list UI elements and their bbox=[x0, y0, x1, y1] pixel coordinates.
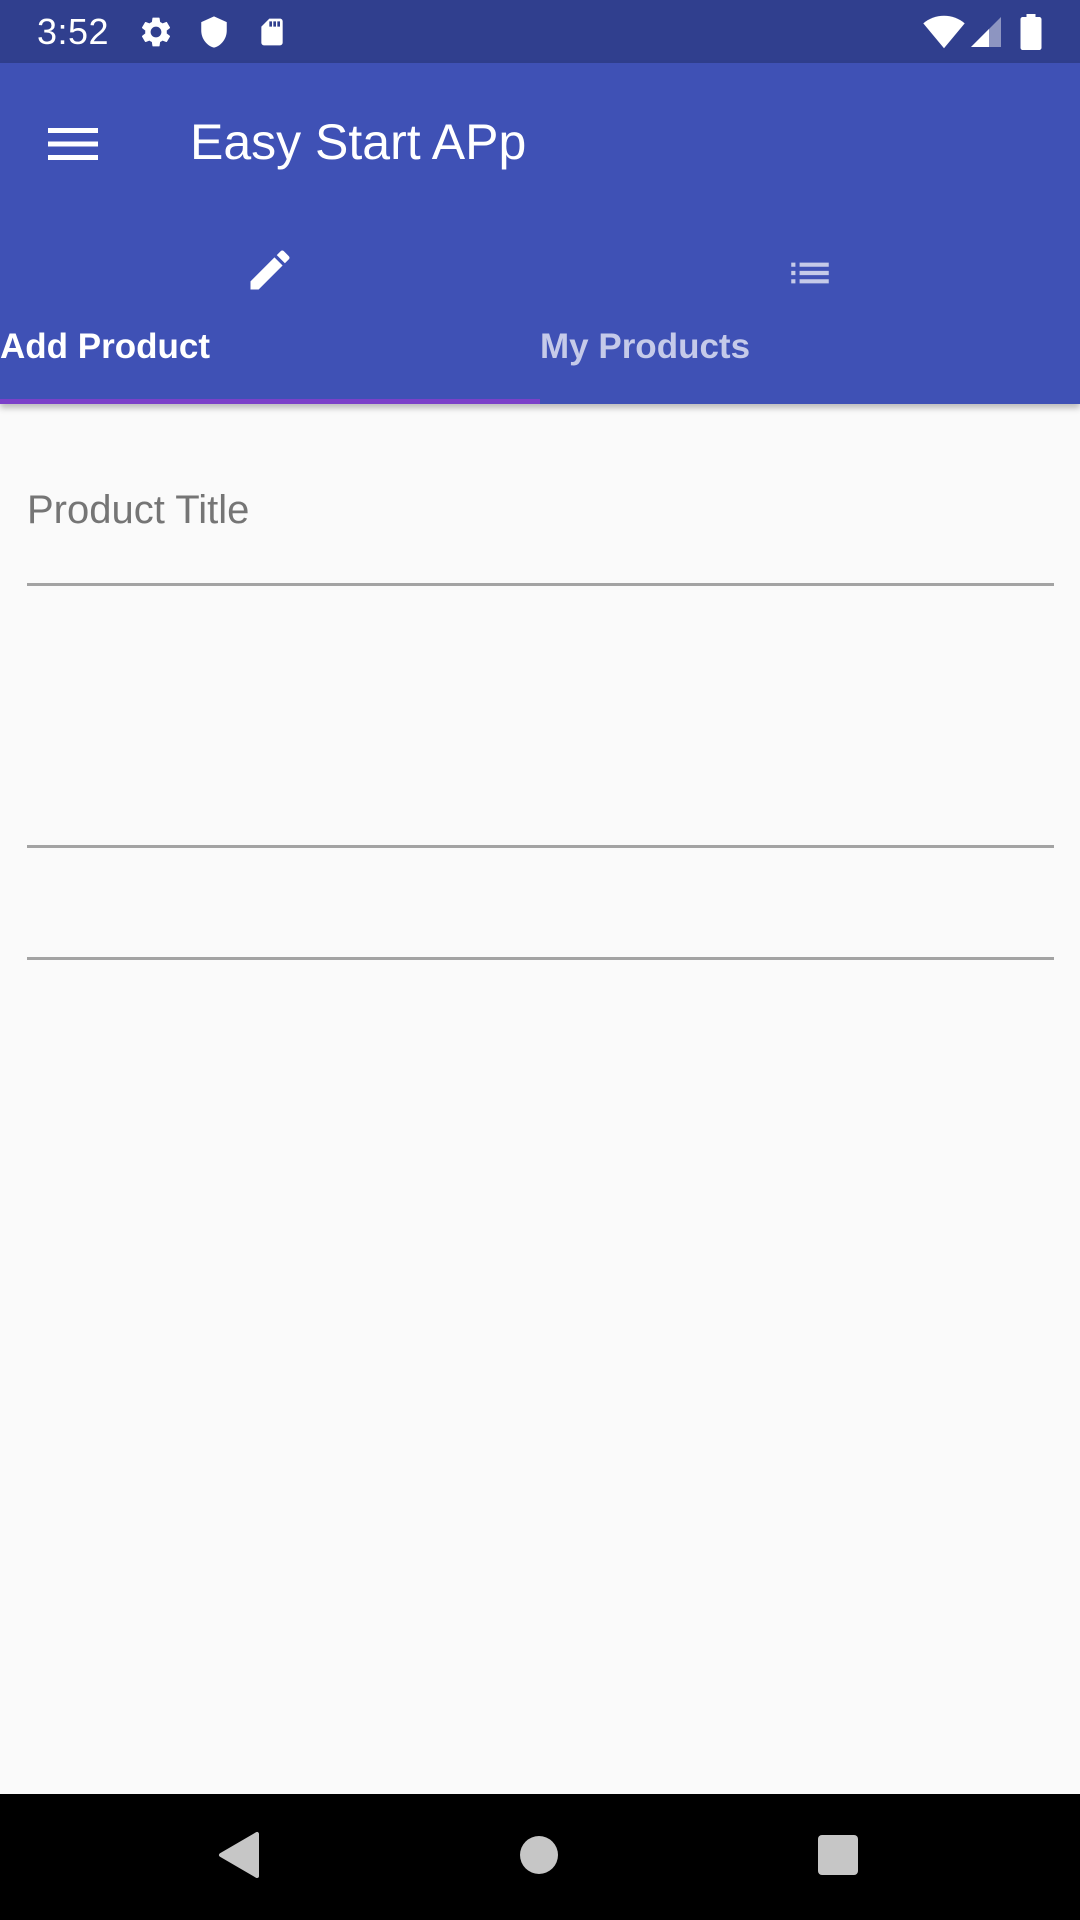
battery-icon bbox=[1018, 14, 1044, 55]
tab-my-products[interactable]: My Products bbox=[540, 63, 1080, 404]
list-icon bbox=[540, 248, 1080, 298]
product-title-field[interactable]: Product Title bbox=[27, 470, 1054, 587]
wifi-icon bbox=[922, 14, 966, 55]
price-field[interactable] bbox=[27, 860, 1054, 957]
screen: 3:52 Easy Start APp Add Product My Produ… bbox=[0, 0, 1080, 1920]
sd-card-icon bbox=[256, 14, 288, 55]
tab-add-product[interactable]: Add Product bbox=[0, 63, 540, 404]
home-button[interactable] bbox=[506, 1824, 572, 1890]
tab-selected-indicator bbox=[0, 399, 540, 404]
signal-icon bbox=[968, 14, 1004, 55]
status-bar: 3:52 bbox=[0, 0, 1080, 63]
recents-icon bbox=[817, 1834, 859, 1881]
shield-icon bbox=[197, 14, 231, 55]
status-time: 3:52 bbox=[37, 11, 110, 52]
product-title-hint: Product Title bbox=[27, 488, 250, 532]
tab-add-product-label: Add Product bbox=[0, 327, 210, 366]
description-underline bbox=[27, 845, 1054, 848]
back-button[interactable] bbox=[207, 1824, 273, 1890]
pencil-icon bbox=[0, 244, 540, 296]
product-title-underline bbox=[27, 583, 1054, 586]
description-field[interactable] bbox=[27, 600, 1054, 845]
recents-button[interactable] bbox=[805, 1824, 871, 1890]
navigation-bar bbox=[0, 1794, 1080, 1920]
home-icon bbox=[519, 1835, 559, 1880]
back-icon bbox=[215, 1830, 265, 1885]
app-bar: Easy Start APp Add Product My Products bbox=[0, 63, 1080, 404]
tab-my-products-label: My Products bbox=[540, 327, 751, 366]
price-underline bbox=[27, 957, 1054, 960]
settings-icon bbox=[138, 14, 174, 55]
